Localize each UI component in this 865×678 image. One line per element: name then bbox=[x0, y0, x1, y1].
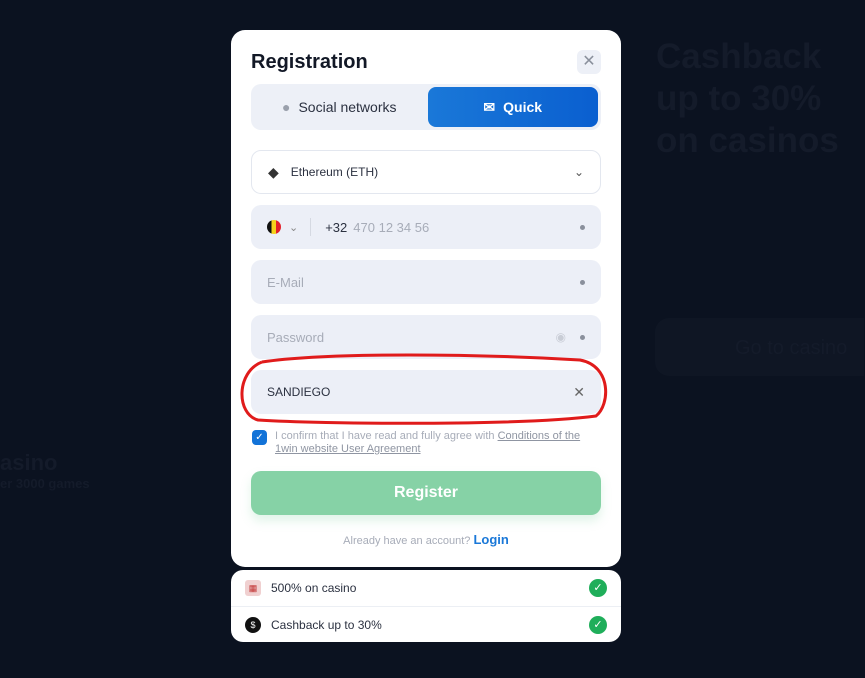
bonus-item: $ Cashback up to 30% ✓ bbox=[231, 606, 621, 642]
check-badge-icon: ✓ bbox=[589, 579, 607, 597]
check-badge-icon: ✓ bbox=[589, 615, 607, 634]
casino-icon: ▦ bbox=[245, 580, 261, 596]
cashback-icon: $ bbox=[245, 616, 261, 633]
bonus-item: ▦ 500% on casino ✓ bbox=[231, 570, 621, 606]
bonus-label: Cashback up to 30% bbox=[271, 617, 382, 632]
bonus-label: 500% on casino bbox=[271, 581, 357, 595]
bonus-list: ▦ 500% on casino ✓ $ Cashback up to 30% … bbox=[231, 570, 621, 642]
